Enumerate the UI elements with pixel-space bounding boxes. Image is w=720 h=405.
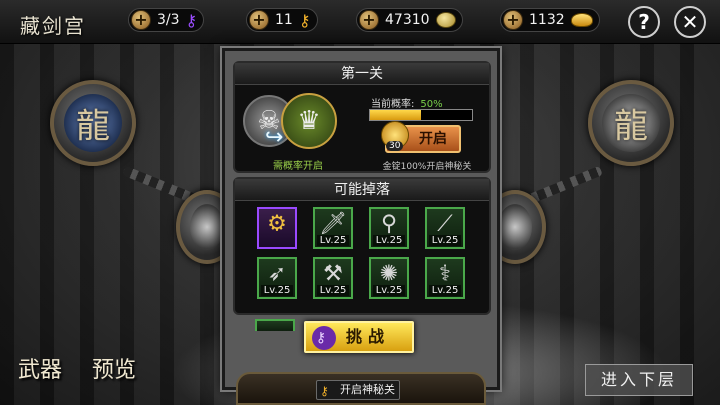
preview-button[interactable]: 预览: [92, 352, 136, 384]
item-level: Lv.25: [429, 235, 461, 246]
stage-medallion-left[interactable]: 龍: [50, 80, 136, 166]
mace-icon: ⚲: [380, 211, 398, 237]
gear-icon: ⚙: [267, 211, 287, 237]
axe-icon: ⚒: [323, 261, 343, 287]
stage-title: 第一关: [235, 63, 489, 85]
gold-ingots-value: 1132: [529, 12, 565, 28]
close-button[interactable]: ✕: [674, 6, 706, 38]
silver-coins-value: 47310: [385, 12, 430, 28]
staff-icon: ⚕: [439, 261, 451, 287]
drops-scroll-hint: [255, 319, 295, 331]
flail-icon: ✺: [379, 261, 399, 287]
probability-bar: [369, 109, 473, 121]
blade-icon: ⟋: [437, 211, 453, 237]
item-slot[interactable]: ✺ Lv.25: [369, 257, 409, 299]
secret-stage-label: 开启神秘关: [340, 383, 395, 396]
item-slot[interactable]: ⚙: [257, 207, 297, 249]
dragon-icon: 龍: [614, 106, 648, 147]
sword-icon: 🗡: [319, 211, 347, 237]
stage-info-box: 第一关 ☠ ♛ ↪ 需概率开启 当前概率: 50% 开启 30 金锭100%开启神…: [233, 61, 491, 173]
drops-box: 可能掉落 ⚙ 🗡 Lv.25 ⚲ Lv.25 ⟋ Lv.25 ➶ Lv.25 ⚒ Lv.25 ✺ Lv.…: [233, 177, 491, 315]
help-button[interactable]: ?: [628, 6, 660, 38]
open-secret-stage-button[interactable]: ⚷ 开启神秘关: [316, 380, 400, 400]
drops-grid: ⚙ 🗡 Lv.25 ⚲ Lv.25 ⟋ Lv.25 ➶ Lv.25 ⚒ Lv.25 ✺ Lv.25 ⚕ Lv…: [257, 207, 477, 299]
item-slot[interactable]: ⚒ Lv.25: [313, 257, 353, 299]
medallion-inner: [498, 204, 532, 250]
next-floor-button[interactable]: 进入下层: [585, 364, 693, 396]
item-level: Lv.25: [317, 285, 349, 296]
open-description: 金锭100%开启神秘关: [382, 162, 472, 172]
item-slot[interactable]: ⚕ Lv.25: [425, 257, 465, 299]
probability-fill: [370, 110, 421, 120]
purple-key-icon: ⚷: [185, 10, 198, 30]
resource-gold-ingots: + 1132: [500, 8, 600, 32]
item-slot[interactable]: ⟋ Lv.25: [425, 207, 465, 249]
page-title: 藏剑宫: [20, 14, 86, 38]
drops-title: 可能掉落: [235, 179, 489, 201]
stage-medallion-right[interactable]: 龍: [588, 80, 674, 166]
gold-ingot-icon: [570, 13, 593, 27]
item-slot[interactable]: 🗡 Lv.25: [313, 207, 353, 249]
dragon-head-icon: ♛: [297, 106, 321, 136]
gold-key-icon: ⚷: [320, 384, 329, 398]
challenge-label: 挑战: [345, 327, 390, 346]
dragon-icon: 龍: [76, 106, 110, 147]
item-slot[interactable]: ⚲ Lv.25: [369, 207, 409, 249]
medallion-inner: [190, 204, 224, 250]
need-probability-label: 需概率开启: [273, 161, 323, 172]
gold-keys-value: 11: [275, 12, 293, 28]
add-purple-keys-button[interactable]: +: [131, 10, 151, 30]
challenge-button[interactable]: ⚷ 挑战: [304, 321, 414, 353]
item-level: Lv.25: [373, 235, 405, 246]
add-silver-coins-button[interactable]: +: [359, 10, 379, 30]
curved-arrow-icon: ↪: [265, 125, 284, 150]
top-bar: 藏剑宫 + 3/3 ⚷ + 11 ⚷ + 47310 + 1132 ? ✕: [0, 0, 720, 44]
weapons-button[interactable]: 武器: [18, 352, 62, 384]
add-gold-keys-button[interactable]: +: [249, 10, 269, 30]
resource-gold-keys: + 11 ⚷: [246, 8, 318, 32]
open-cost: 30: [386, 141, 404, 151]
item-slot[interactable]: ➶ Lv.25: [257, 257, 297, 299]
purple-key-icon: ⚷: [312, 326, 336, 350]
resource-purple-keys: + 3/3 ⚷: [128, 8, 205, 32]
probability-row: 当前概率: 50%: [371, 95, 443, 110]
gold-key-icon: ⚷: [298, 10, 311, 30]
item-level: Lv.25: [429, 285, 461, 296]
spear-icon: ➶: [267, 261, 287, 287]
item-slot-partial[interactable]: [255, 319, 295, 331]
item-level: Lv.25: [261, 285, 293, 296]
boss-portrait[interactable]: ♛: [281, 93, 337, 149]
item-level: Lv.25: [373, 285, 405, 296]
resource-silver-coins: + 47310: [356, 8, 463, 32]
add-gold-ingots-button[interactable]: +: [503, 10, 523, 30]
purple-keys-value: 3/3: [157, 12, 180, 28]
item-level: Lv.25: [317, 235, 349, 246]
silver-coin-icon: [435, 12, 456, 28]
